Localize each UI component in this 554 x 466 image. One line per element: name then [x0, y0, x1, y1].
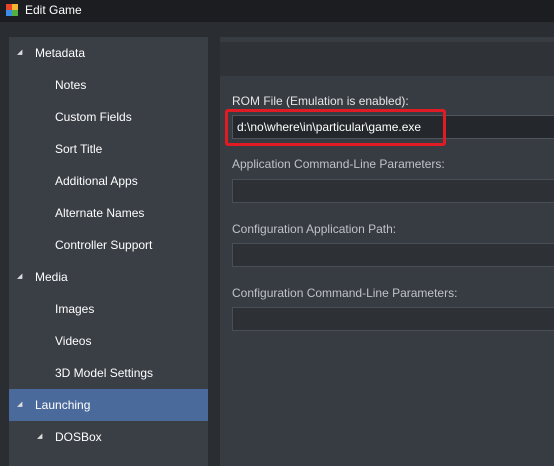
sidebar-nav: ◢ Metadata Notes Custom Fields Sort Titl… — [9, 37, 208, 466]
rom-file-label: ROM File (Emulation is enabled): — [232, 94, 409, 108]
config-path-input[interactable] — [232, 243, 554, 267]
config-path-label: Configuration Application Path: — [232, 222, 397, 236]
app-icon — [6, 4, 18, 16]
app-params-label: Application Command-Line Parameters: — [232, 157, 445, 171]
sidebar-item-notes[interactable]: Notes — [9, 69, 208, 101]
expand-arrow-icon[interactable]: ◢ — [17, 37, 27, 69]
app-params-input[interactable] — [232, 179, 554, 203]
sidebar-item-videos[interactable]: Videos — [9, 325, 208, 357]
sidebar-item-dosbox[interactable]: ◢ DOSBox — [9, 421, 208, 453]
expand-arrow-icon[interactable]: ◢ — [17, 261, 27, 293]
highlight-annotation — [225, 109, 446, 146]
sidebar-item-additional-apps[interactable]: Additional Apps — [9, 165, 208, 197]
sidebar-item-label: Alternate Names — [55, 206, 145, 220]
sidebar-item-alternate-names[interactable]: Alternate Names — [9, 197, 208, 229]
sidebar-item-label: Metadata — [35, 46, 86, 60]
sidebar-item-metadata[interactable]: ◢ Metadata — [9, 37, 208, 69]
sidebar-scroll-gutter — [208, 37, 214, 466]
sidebar-item-label: 3D Model Settings — [55, 366, 154, 380]
sidebar-item-label: Launching — [35, 398, 91, 412]
sidebar-item-label: Controller Support — [55, 238, 153, 252]
sidebar-item-label: Notes — [55, 78, 87, 92]
title-bar: Edit Game — [0, 0, 554, 22]
sidebar-item-label: Videos — [55, 334, 92, 348]
expand-arrow-icon[interactable]: ◢ — [37, 421, 47, 453]
sidebar-item-label: Sort Title — [55, 142, 103, 156]
config-params-input[interactable] — [232, 307, 554, 331]
sidebar-item-label: Additional Apps — [55, 174, 138, 188]
expand-arrow-icon[interactable]: ◢ — [17, 389, 27, 421]
sidebar-item-label: Images — [55, 302, 95, 316]
sidebar-item-launching[interactable]: ◢ Launching — [9, 389, 208, 421]
config-params-label: Configuration Command-Line Parameters: — [232, 286, 458, 300]
sidebar-item-label: DOSBox — [55, 430, 102, 444]
sidebar-item-media[interactable]: ◢ Media — [9, 261, 208, 293]
sidebar-item-3d-model-settings[interactable]: 3D Model Settings — [9, 357, 208, 389]
sidebar-item-images[interactable]: Images — [9, 293, 208, 325]
sidebar-item-controller-support[interactable]: Controller Support — [9, 229, 208, 261]
content-header-bar — [220, 42, 554, 76]
sidebar-item-label: Media — [35, 270, 68, 284]
sidebar-item-sort-title[interactable]: Sort Title — [9, 133, 208, 165]
sidebar-item-custom-fields[interactable]: Custom Fields — [9, 101, 208, 133]
sidebar-item-label: Custom Fields — [55, 110, 132, 124]
window-title: Edit Game — [25, 3, 82, 17]
